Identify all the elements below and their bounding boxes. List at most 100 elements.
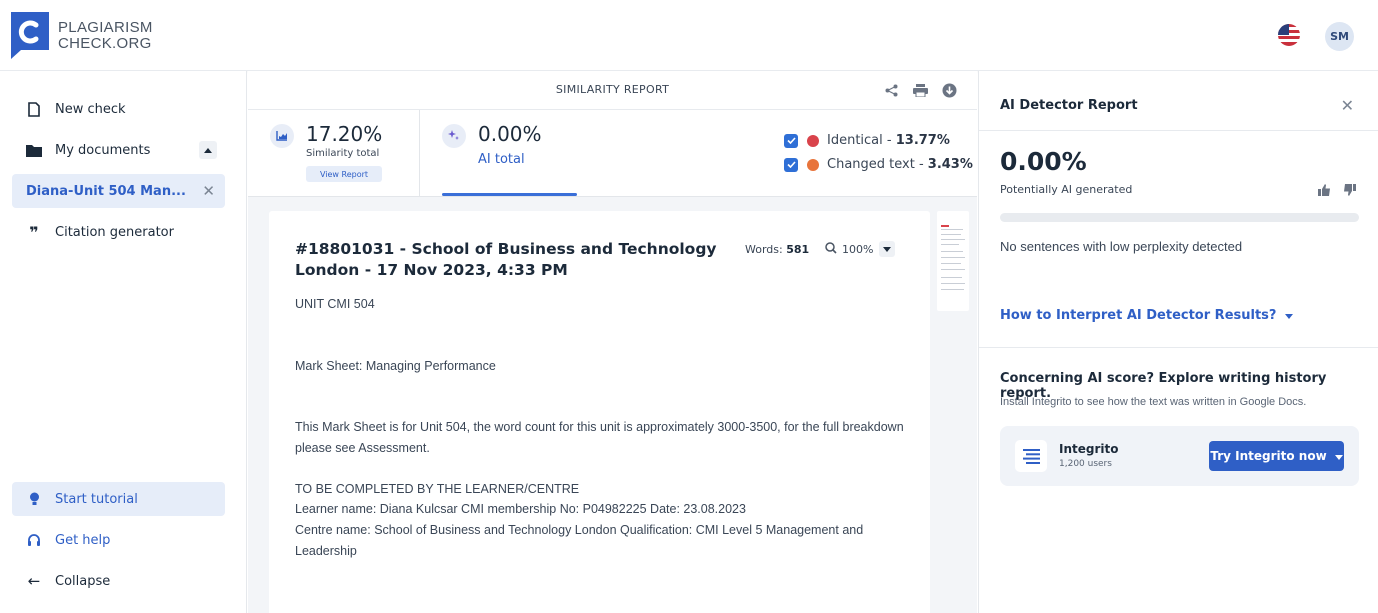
try-button-label: Try Integrito now [1210, 449, 1327, 463]
document-paragraph: This Mark Sheet is for Unit 504, the wor… [295, 420, 904, 455]
zoom-value: 100% [842, 242, 874, 256]
sidebar-item-get-help[interactable]: Get help [12, 523, 225, 557]
document-paragraph: TO BE COMPLETED BY THE LEARNER/CENTRE [295, 482, 580, 496]
legend-changed[interactable]: Changed text - 3.43% [784, 157, 973, 172]
divider [979, 130, 1378, 131]
similarity-percent: 17.20% [306, 122, 383, 146]
changed-dot-icon [807, 158, 819, 171]
promo-name: Integrito [1059, 442, 1119, 456]
arrow-left-icon: ← [27, 572, 41, 590]
ai-sub-label: Potentially AI generated [1000, 183, 1133, 196]
document-paragraph: UNIT CMI 504 [295, 297, 375, 311]
user-avatar[interactable]: SM [1325, 22, 1354, 51]
us-flag-icon[interactable] [1278, 24, 1300, 46]
minimap-line [941, 257, 965, 258]
report-area: SIMILARITY REPORT 17.20% Similarity tota… [248, 71, 977, 613]
ai-panel-title: AI Detector Report [1000, 98, 1138, 113]
minimap-line [941, 283, 965, 284]
sidebar-label: Citation generator [55, 224, 174, 240]
chevron-down-icon [1285, 308, 1294, 323]
view-report-button[interactable]: View Report [306, 166, 382, 182]
ai-percent-large: 0.00% [1000, 147, 1087, 176]
document-title: #18801031 - School of Business and Techn… [295, 240, 717, 279]
document-paragraph: Learner name: Diana Kulcsar CMI membersh… [295, 502, 746, 516]
identical-dot-icon [807, 134, 819, 147]
identical-label: Identical - [827, 133, 892, 148]
logo[interactable]: PLAGIARISM CHECK.ORG [11, 12, 153, 59]
sidebar-item-new-check[interactable]: New check [12, 92, 225, 126]
chevron-down-icon[interactable] [879, 241, 896, 257]
try-integrito-button[interactable]: Try Integrito now [1209, 441, 1344, 471]
thumbs-down-icon[interactable] [1343, 181, 1356, 200]
document-paragraph: Centre name: School of Business and Tech… [295, 523, 864, 558]
chevron-down-icon [1334, 449, 1343, 463]
integrito-logo-icon [1015, 440, 1047, 472]
identical-value: 13.77% [895, 133, 950, 148]
ai-progress-bar [1000, 213, 1359, 222]
how-to-interpret-link[interactable]: How to Interpret AI Detector Results? [1000, 308, 1294, 323]
close-icon[interactable]: ✕ [202, 182, 215, 200]
stats-bar: 17.20% Similarity total View Report 0.00… [248, 110, 977, 197]
sidebar-item-start-tutorial[interactable]: Start tutorial [12, 482, 225, 516]
words-label: Words: [745, 243, 787, 256]
how-to-label: How to Interpret AI Detector Results? [1000, 308, 1277, 323]
top-bar: PLAGIARISM CHECK.ORG SM [0, 0, 1378, 71]
minimap-line [941, 239, 965, 240]
minimap-line [941, 234, 961, 235]
minimap-line [941, 263, 961, 264]
integrito-promo: Integrito 1,200 users Try Integrito now [1000, 426, 1359, 486]
sidebar: New check My documents Diana-Unit 504 Ma… [0, 71, 247, 613]
legend-identical[interactable]: Identical - 13.77% [784, 133, 950, 148]
sidebar-label: My documents [55, 142, 151, 158]
checkbox-checked-icon[interactable] [784, 133, 798, 148]
caret-up-icon[interactable] [199, 141, 217, 159]
logo-mark-icon [11, 12, 49, 59]
ai-detector-panel: AI Detector Report ✕ 0.00% Potentially A… [978, 71, 1378, 613]
sidebar-label: Collapse [55, 573, 111, 589]
sidebar-label: Start tutorial [55, 491, 138, 507]
document-minimap[interactable] [937, 211, 969, 311]
word-count: Words: 581 [745, 243, 809, 256]
lightbulb-icon [26, 491, 42, 507]
close-icon[interactable]: ✕ [1341, 96, 1354, 115]
sidebar-item-my-documents[interactable]: My documents [12, 133, 225, 167]
logo-text: PLAGIARISM CHECK.ORG [58, 19, 153, 52]
minimap-line [941, 269, 965, 270]
document-viewer: #18801031 - School of Business and Techn… [269, 211, 930, 613]
feedback-buttons [1318, 181, 1356, 200]
share-icon[interactable] [883, 82, 899, 98]
report-title: SIMILARITY REPORT [555, 83, 670, 96]
words-value: 581 [786, 243, 810, 256]
chart-icon [270, 124, 294, 148]
sidebar-item-collapse[interactable]: ← Collapse [12, 564, 225, 598]
changed-value: 3.43% [927, 157, 973, 172]
thumbs-up-icon[interactable] [1318, 181, 1331, 200]
promo-users: 1,200 users [1059, 459, 1112, 469]
ai-tab-indicator [442, 193, 577, 196]
checkbox-checked-icon[interactable] [784, 157, 798, 172]
document-paragraph: Mark Sheet: Managing Performance [295, 359, 496, 373]
minimap-line [941, 277, 962, 278]
logo-line-2: CHECK.ORG [58, 34, 152, 52]
headset-icon [26, 532, 42, 548]
sidebar-item-active-document[interactable]: Diana-Unit 504 Man... ✕ [12, 174, 225, 208]
sidebar-label: New check [55, 101, 126, 117]
similarity-label: Similarity total [306, 148, 380, 159]
print-icon[interactable] [912, 82, 928, 98]
sparkle-icon [442, 124, 466, 148]
quote-icon: ❞ [29, 222, 39, 242]
download-icon[interactable] [941, 82, 957, 98]
ai-total-label: AI total [478, 152, 525, 167]
no-sentences-text: No sentences with low perplexity detecte… [1000, 239, 1243, 254]
minimap-line [941, 251, 963, 252]
zoom-control[interactable]: 100% [825, 241, 896, 257]
file-icon [26, 101, 42, 117]
minimap-line [941, 229, 963, 230]
divider [979, 347, 1378, 348]
sidebar-item-citation-generator[interactable]: ❞ Citation generator [12, 215, 225, 249]
minimap-mark [941, 225, 949, 227]
similarity-stat[interactable]: 17.20% Similarity total View Report [248, 110, 420, 197]
minimap-line [941, 289, 964, 290]
sidebar-label: Get help [55, 532, 111, 548]
folder-icon [26, 142, 42, 158]
